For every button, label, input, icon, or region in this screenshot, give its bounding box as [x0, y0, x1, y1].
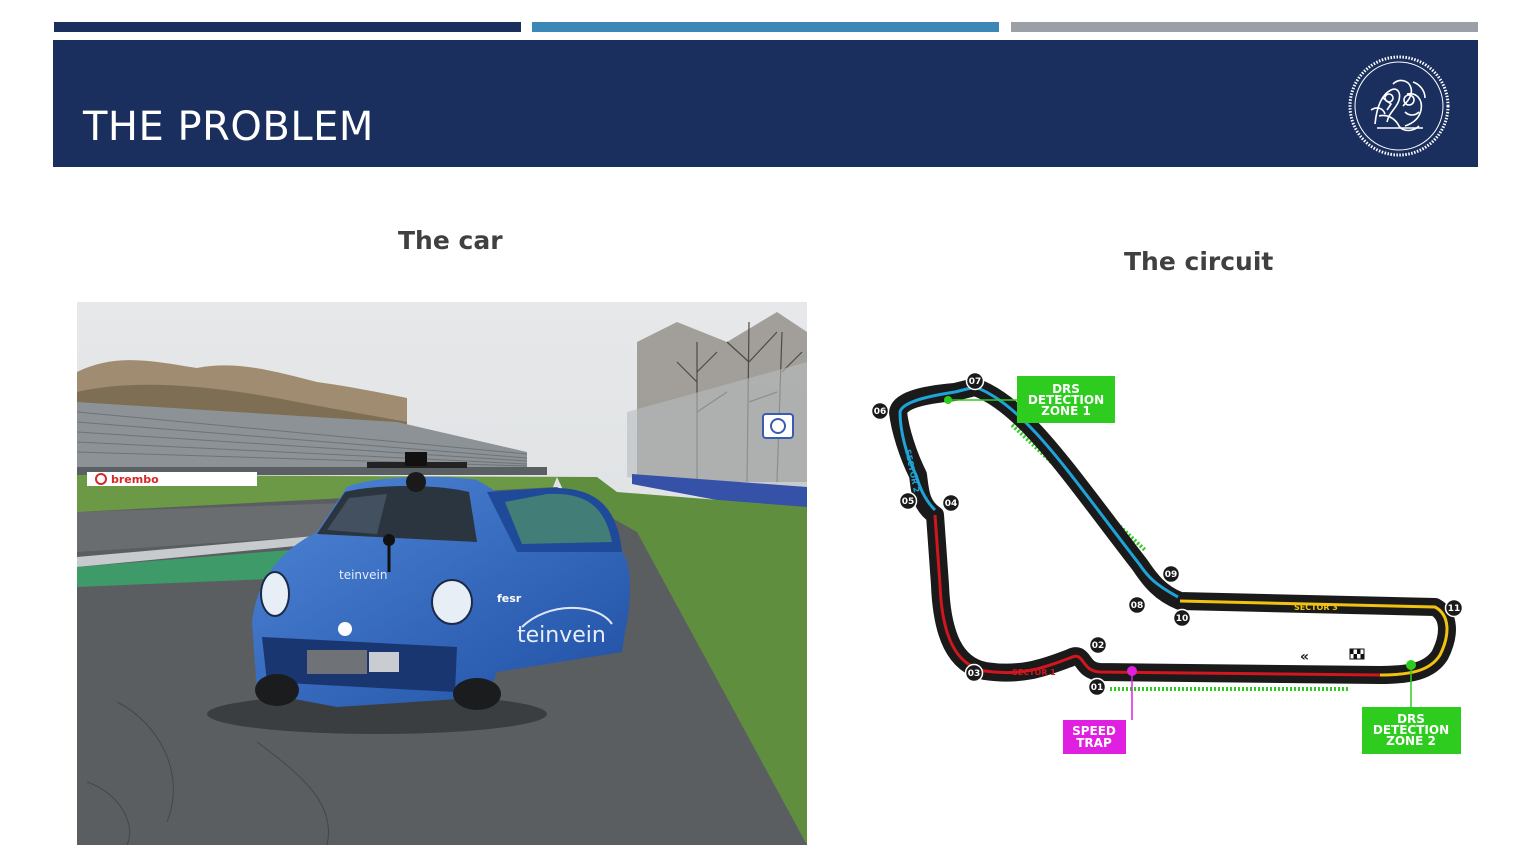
drs-zone-2-text-3: ZONE 2 — [1386, 734, 1436, 748]
corner-marker-01: 01 — [1087, 677, 1107, 697]
car-photo: brembo teinvein fesr teinvein — [77, 302, 807, 845]
car-caption: The car — [398, 226, 503, 255]
corner-marker-06: 06 — [870, 401, 890, 421]
accent-bar-navy — [54, 22, 521, 32]
corner-marker-10: 10 — [1172, 608, 1192, 628]
corner-label-07: 07 — [969, 377, 982, 387]
car-hood-brand: teinvein — [339, 568, 387, 582]
corner-label-11: 11 — [1448, 604, 1461, 614]
corner-marker-08: 08 — [1127, 595, 1147, 615]
accent-bar-gray — [1011, 22, 1478, 32]
corner-label-08: 08 — [1131, 601, 1144, 611]
corner-marker-04: 04 — [941, 493, 961, 513]
circuit-map: SECTOR 2 SECTOR 3 SECTOR 1 « DRS DETECTI… — [870, 371, 1464, 754]
car-door-brand: teinvein — [517, 623, 606, 648]
corner-label-05: 05 — [902, 497, 915, 507]
drs-zone-1-text-3: ZONE 1 — [1041, 404, 1091, 418]
corner-label-06: 06 — [874, 407, 887, 417]
title-banner: THE PROBLEM — [53, 40, 1478, 167]
corner-marker-05: 05 — [898, 491, 918, 511]
car-door-sticker: fesr — [497, 592, 522, 605]
corner-marker-03: 03 — [964, 663, 984, 683]
university-seal-logo — [1348, 55, 1450, 157]
circuit-caption: The circuit — [1124, 247, 1274, 276]
accent-bar-blue — [532, 22, 999, 32]
corner-marker-11: 11 — [1444, 598, 1464, 618]
slide-title: THE PROBLEM — [83, 104, 374, 150]
direction-arrows: « — [1300, 649, 1309, 665]
brembo-sign: brembo — [111, 473, 159, 486]
speed-trap-text-2: TRAP — [1076, 736, 1112, 750]
corner-label-03: 03 — [968, 669, 981, 679]
corner-label-10: 10 — [1176, 614, 1189, 624]
corner-marker-02: 02 — [1088, 635, 1108, 655]
finish-flag-icon — [1349, 648, 1365, 660]
corner-marker-09: 09 — [1161, 564, 1181, 584]
sector-1-label: SECTOR 1 — [1012, 668, 1056, 677]
corner-label-09: 09 — [1165, 570, 1178, 580]
corner-marker-07: 07 — [965, 371, 985, 391]
corner-label-02: 02 — [1092, 641, 1105, 651]
sector-3-label: SECTOR 3 — [1294, 603, 1338, 612]
corner-label-04: 04 — [945, 499, 958, 509]
corner-label-01: 01 — [1091, 683, 1104, 693]
